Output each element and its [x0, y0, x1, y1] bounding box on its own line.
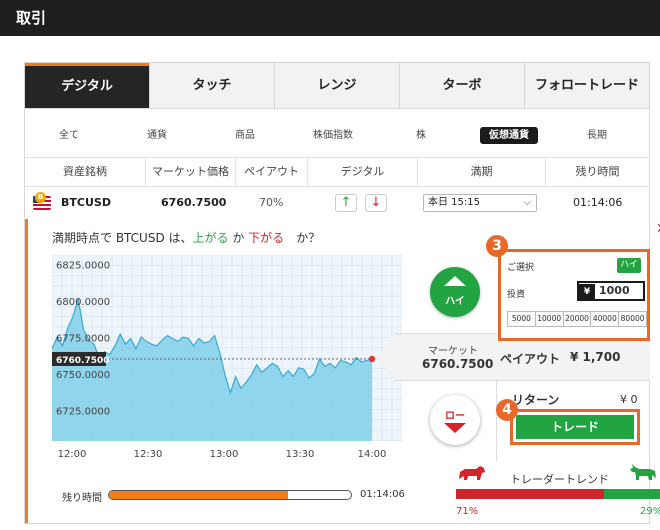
up-triangle-icon [444, 276, 466, 286]
filter-long-term[interactable]: 長期 [553, 126, 641, 141]
col-expiry: 満期 [417, 158, 545, 186]
bear-fill [456, 489, 604, 499]
return-value: ¥ 0 [620, 393, 638, 406]
filter-all[interactable]: 全て [25, 126, 113, 141]
option-type-tabs: デジタル タッチ レンジ ターボ フォロートレード [25, 63, 649, 109]
low-button[interactable]: ロー [430, 395, 480, 445]
page-title: 取引 [0, 0, 660, 36]
remaining-progress-bar [108, 490, 352, 500]
investment-label: 投資 [507, 290, 526, 300]
tab-digital[interactable]: デジタル [25, 63, 149, 108]
selection-label: ご選択 [507, 263, 535, 273]
preset-80000[interactable]: 80000 [618, 312, 646, 326]
step-3-badge: 3 [486, 235, 508, 257]
progress-fill [109, 491, 289, 499]
y-tick-label: 6750.0000 [56, 370, 110, 381]
col-payout: ペイアウト [235, 158, 307, 186]
table-header: 資産銘柄 マーケット価格 ペイアウト デジタル 満期 残り時間 [25, 157, 649, 187]
selection-box: ご選択 ハイ 投資 ¥1000 5000 10000 20000 40000 8… [498, 249, 650, 341]
x-tick-label: 13:00 [210, 449, 239, 460]
bitcoin-icon: B [35, 192, 46, 203]
market-price: 6760.7500 [161, 196, 227, 209]
down-triangle-icon [444, 423, 466, 433]
pointer-notch [378, 333, 394, 381]
tab-follow-trade[interactable]: フォロートレード [524, 63, 649, 108]
preset-10000[interactable]: 10000 [534, 312, 563, 326]
payout-rate: 70% [259, 196, 284, 209]
up-arrow-button[interactable]: ↑ [335, 194, 357, 212]
current-price-tag-label: 6760.7500 [56, 356, 110, 366]
bull-icon [630, 464, 656, 480]
investment-amount-input[interactable]: ¥1000 [577, 281, 645, 301]
selected-direction-badge: ハイ [617, 258, 641, 273]
expiry-select[interactable]: 本日 15:15 ⌵ [423, 194, 537, 212]
filter-commodity[interactable]: 商品 [201, 126, 289, 141]
filter-currency[interactable]: 通貨 [113, 126, 201, 141]
trader-trend-bar [456, 489, 660, 499]
filter-index[interactable]: 株価指数 [289, 126, 377, 141]
col-asset: 資産銘柄 [63, 165, 107, 178]
current-price-marker [368, 355, 376, 363]
down-arrow-button[interactable]: ↓ [365, 194, 387, 212]
preset-40000[interactable]: 40000 [590, 312, 619, 326]
bear-icon [459, 466, 485, 480]
payout-value: ¥ 1,700 [570, 350, 621, 364]
y-tick-label: 6800.0000 [56, 297, 110, 308]
preset-20000[interactable]: 20000 [562, 312, 591, 326]
market-label: マーケット [428, 346, 478, 357]
tab-turbo[interactable]: ターボ [399, 63, 524, 108]
trade-button[interactable]: トレード [516, 415, 634, 439]
x-tick-label: 12:30 [134, 449, 163, 460]
yen-icon: ¥ [579, 284, 595, 300]
return-label: リターン [512, 393, 560, 407]
filter-stock[interactable]: 株 [377, 126, 465, 141]
remaining-progress-time: 01:14:06 [360, 489, 405, 500]
trade-detail: 満期時点で BTCUSD は、上がる か 下がる か？ ✕ 6760.75006… [25, 219, 660, 523]
y-tick-label: 6825.0000 [56, 260, 110, 271]
filter-crypto[interactable]: 仮想通貨 [465, 126, 553, 144]
trade-panel: デジタル タッチ レンジ ターボ フォロートレード 全て 通貨 商品 株価指数 … [24, 62, 660, 524]
col-digital: デジタル [307, 158, 417, 186]
trade-button-frame: トレード [510, 409, 640, 445]
close-icon[interactable]: ✕ [656, 221, 660, 237]
col-remaining: 残り時間 [545, 158, 649, 186]
market-value: 6760.7500 [422, 357, 494, 371]
trade-question: 満期時点で BTCUSD は、上がる か 下がる か？ [52, 231, 321, 245]
payout-label: ペイアウト [500, 352, 561, 366]
asset-name: BTCUSD [61, 196, 111, 209]
tab-touch[interactable]: タッチ [149, 63, 274, 108]
tab-range[interactable]: レンジ [274, 63, 399, 108]
y-tick-label: 6775.0000 [56, 333, 110, 344]
y-tick-label: 6725.0000 [56, 407, 110, 418]
step-4-badge: 4 [496, 399, 518, 421]
amount-presets: 5000 10000 20000 40000 80000 [507, 311, 647, 327]
x-tick-label: 14:00 [358, 449, 387, 460]
col-market-price: マーケット価格 [145, 158, 235, 186]
asset-category-filter: 全て 通貨 商品 株価指数 株 仮想通貨 長期 [25, 121, 649, 145]
remaining-label: 残り時間 [62, 493, 102, 504]
bear-percent: 71% [456, 506, 479, 517]
high-button[interactable]: ハイ [430, 267, 480, 317]
x-tick-label: 13:30 [286, 449, 315, 460]
chevron-down-icon: ⌵ [523, 197, 531, 208]
trend-label: トレーダートレンド [510, 473, 609, 486]
bull-percent: 29% [640, 506, 660, 517]
remaining-time: 01:14:06 [573, 196, 623, 209]
price-chart: 6760.7500 6825.0000 6800.0000 6775.0000 6750… [52, 255, 402, 460]
x-tick-label: 12:00 [58, 449, 87, 460]
preset-5000[interactable]: 5000 [508, 312, 535, 326]
divider [496, 379, 497, 461]
table-row[interactable]: B BTCUSD 6760.7500 70% ↑ ↓ 本日 15:15 ⌵ 01… [25, 187, 649, 219]
bull-fill [603, 489, 660, 499]
